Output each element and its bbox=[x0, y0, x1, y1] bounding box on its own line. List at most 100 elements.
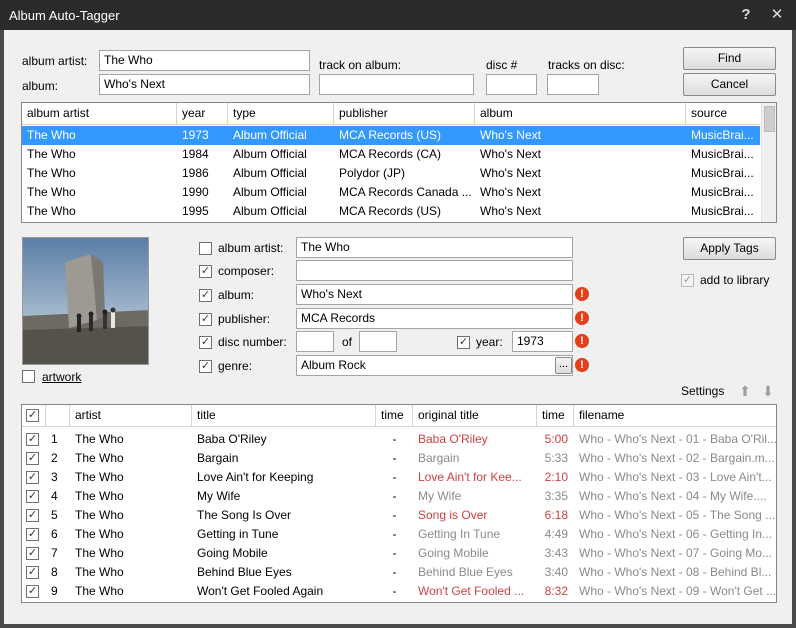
track-title: Bargain bbox=[197, 451, 239, 465]
find-button[interactable]: Find bbox=[683, 47, 776, 70]
track-row[interactable]: ✓ 1 The Who Baba O'Riley - Baba O'Riley 5:00 Wh… bbox=[22, 430, 776, 449]
tracks-col-number[interactable] bbox=[46, 405, 70, 427]
track-checkbox[interactable]: ✓ bbox=[26, 585, 39, 598]
year-tag-checkbox[interactable]: ✓ bbox=[457, 336, 470, 349]
results-cell: 1986 bbox=[182, 166, 209, 180]
results-col-type[interactable]: type bbox=[228, 103, 334, 125]
track-original-title: Baba O'Riley bbox=[418, 432, 488, 446]
tracks-col-original-time[interactable]: time bbox=[537, 405, 574, 427]
tracks-col-title[interactable]: title bbox=[192, 405, 376, 427]
apply-tags-button[interactable]: Apply Tags bbox=[683, 237, 776, 260]
close-icon[interactable]: ✕ bbox=[767, 5, 787, 25]
track-time: - bbox=[392, 432, 397, 446]
artwork-checkbox[interactable] bbox=[22, 370, 35, 383]
results-row[interactable]: The Who 1973 Album Official MCA Records (US… bbox=[22, 126, 760, 145]
track-title: Love Ain't for Keeping bbox=[197, 470, 314, 484]
track-original-time: 3:40 bbox=[544, 565, 568, 579]
tracks-on-disc-label: tracks on disc: bbox=[548, 58, 625, 72]
genre-tag-input[interactable]: Album Rock bbox=[296, 355, 573, 376]
results-cell: Album Official bbox=[233, 147, 307, 161]
album-artist-tag-checkbox[interactable] bbox=[199, 242, 212, 255]
tracks-header: ✓ artist title time original title time … bbox=[22, 405, 776, 427]
track-checkbox[interactable]: ✓ bbox=[26, 490, 39, 503]
track-original-title: Song is Over bbox=[418, 508, 488, 522]
settings-link[interactable]: Settings bbox=[681, 384, 724, 398]
album-search-input[interactable]: Who's Next bbox=[99, 74, 310, 95]
album-tag-input[interactable]: Who's Next bbox=[296, 284, 573, 305]
album-artist-search-label: album artist: bbox=[22, 54, 88, 68]
disc-total-tag-input[interactable] bbox=[359, 331, 397, 352]
publisher-tag-checkbox[interactable]: ✓ bbox=[199, 313, 212, 326]
results-scrollbar[interactable] bbox=[761, 103, 776, 222]
track-original-title: Won't Get Fooled ... bbox=[418, 584, 525, 598]
track-row[interactable]: ✓ 3 The Who Love Ain't for Keeping - Love Ain… bbox=[22, 468, 776, 487]
artwork-link[interactable]: artwork bbox=[42, 370, 81, 384]
results-col-publisher[interactable]: publisher bbox=[334, 103, 475, 125]
tracks-col-original-title[interactable]: original title bbox=[413, 405, 537, 427]
track-checkbox[interactable]: ✓ bbox=[26, 509, 39, 522]
results-row[interactable]: The Who 1990 Album Official MCA Records Can… bbox=[22, 183, 760, 202]
year-tag-input[interactable]: 1973 bbox=[512, 331, 573, 352]
disc-number-tag-label: disc number: bbox=[218, 335, 287, 349]
help-icon[interactable]: ? bbox=[736, 5, 756, 25]
track-checkbox[interactable]: ✓ bbox=[26, 452, 39, 465]
genre-browse-button[interactable]: ... bbox=[555, 357, 572, 374]
track-title: Getting in Tune bbox=[197, 527, 279, 541]
album-artist-tag-input[interactable]: The Who bbox=[296, 237, 573, 258]
track-row[interactable]: ✓ 7 The Who Going Mobile - Going Mobile 3:43 Wh… bbox=[22, 544, 776, 563]
disc-number-tag-input[interactable] bbox=[296, 331, 334, 352]
move-up-icon[interactable]: ⬆ bbox=[737, 384, 753, 398]
publisher-tag-label: publisher: bbox=[218, 312, 271, 326]
album-tag-checkbox[interactable]: ✓ bbox=[199, 289, 212, 302]
title-bar[interactable]: Album Auto-Tagger ? ✕ bbox=[0, 0, 796, 30]
results-cell: Who's Next bbox=[480, 147, 541, 161]
results-col-album[interactable]: album bbox=[475, 103, 686, 125]
track-original-time: 8:32 bbox=[544, 584, 568, 598]
track-original-time: 3:35 bbox=[544, 489, 568, 503]
track-on-album-input[interactable] bbox=[319, 74, 474, 95]
genre-tag-checkbox[interactable]: ✓ bbox=[199, 360, 212, 373]
track-row[interactable]: ✓ 2 The Who Bargain - Bargain 5:33 Who - Who's … bbox=[22, 449, 776, 468]
add-to-library-checkbox[interactable]: ✓ bbox=[681, 274, 694, 287]
composer-tag-checkbox[interactable]: ✓ bbox=[199, 265, 212, 278]
track-original-title: Bargain bbox=[418, 451, 460, 465]
cancel-button[interactable]: Cancel bbox=[683, 73, 776, 96]
results-cell: 1973 bbox=[182, 128, 209, 142]
track-artist: The Who bbox=[75, 584, 124, 598]
results-scroll-thumb[interactable] bbox=[764, 106, 775, 132]
results-col-source[interactable]: source bbox=[686, 103, 762, 125]
results-header: album artist year type publisher album s… bbox=[22, 103, 762, 125]
track-checkbox[interactable]: ✓ bbox=[26, 433, 39, 446]
track-artist: The Who bbox=[75, 565, 124, 579]
results-row[interactable]: The Who 1986 Album Official Polydor (JP) Who… bbox=[22, 164, 760, 183]
tracks-col-filename[interactable]: filename bbox=[574, 405, 776, 427]
track-checkbox[interactable]: ✓ bbox=[26, 528, 39, 541]
tracks-col-time[interactable]: time bbox=[376, 405, 413, 427]
track-row[interactable]: ✓ 6 The Who Getting in Tune - Getting In Tune… bbox=[22, 525, 776, 544]
track-checkbox[interactable]: ✓ bbox=[26, 566, 39, 579]
track-checkbox[interactable]: ✓ bbox=[26, 471, 39, 484]
tracks-col-select-all[interactable]: ✓ bbox=[22, 405, 46, 427]
results-row[interactable]: The Who 1995 Album Official MCA Records (US… bbox=[22, 202, 760, 221]
track-checkbox[interactable]: ✓ bbox=[26, 547, 39, 560]
track-row[interactable]: ✓ 4 The Who My Wife - My Wife 3:35 Who - Who's … bbox=[22, 487, 776, 506]
results-row[interactable]: The Who 1984 Album Official MCA Records (CA… bbox=[22, 145, 760, 164]
track-row[interactable]: ✓ 9 The Who Won't Get Fooled Again - Won't Ge… bbox=[22, 582, 776, 601]
album-artist-tag-label: album artist: bbox=[218, 241, 284, 255]
album-artist-search-input[interactable]: The Who bbox=[99, 50, 310, 71]
publisher-tag-input[interactable]: MCA Records bbox=[296, 308, 573, 329]
results-col-album-artist[interactable]: album artist bbox=[22, 103, 177, 125]
tracks-col-artist[interactable]: artist bbox=[70, 405, 192, 427]
select-all-checkbox[interactable]: ✓ bbox=[26, 409, 39, 422]
track-title: Won't Get Fooled Again bbox=[197, 584, 324, 598]
move-down-icon[interactable]: ⬇ bbox=[760, 384, 776, 398]
track-number: 7 bbox=[51, 546, 58, 560]
disc-number-tag-checkbox[interactable]: ✓ bbox=[199, 336, 212, 349]
results-col-year[interactable]: year bbox=[177, 103, 228, 125]
tracks-on-disc-input[interactable] bbox=[547, 74, 599, 95]
track-row[interactable]: ✓ 5 The Who The Song Is Over - Song is Over 6:… bbox=[22, 506, 776, 525]
disc-number-input[interactable] bbox=[486, 74, 537, 95]
track-artist: The Who bbox=[75, 470, 124, 484]
track-row[interactable]: ✓ 8 The Who Behind Blue Eyes - Behind Blue Ey… bbox=[22, 563, 776, 582]
composer-tag-input[interactable] bbox=[296, 260, 573, 281]
